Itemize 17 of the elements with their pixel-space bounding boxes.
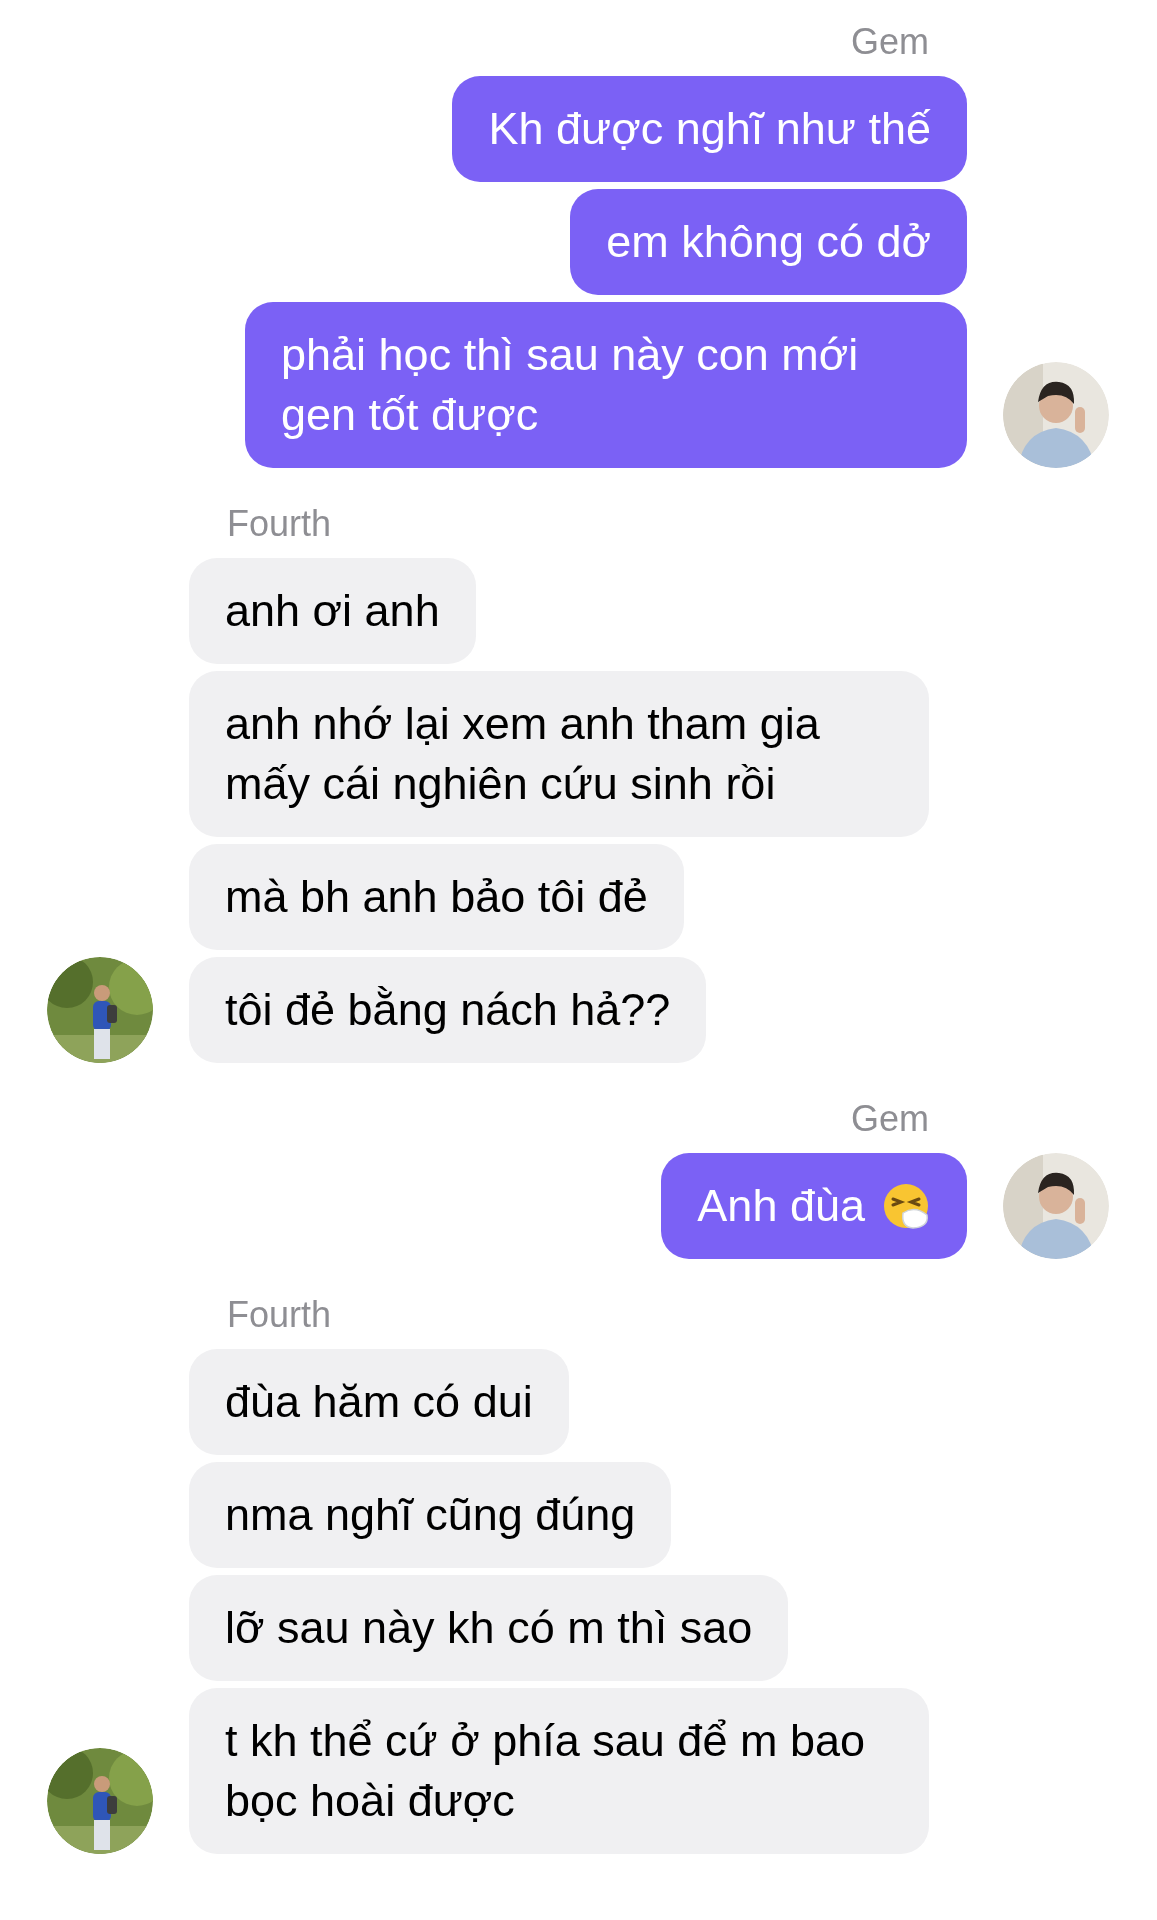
message-bubble: phải học thì sau này con mới gen tốt được (245, 302, 967, 468)
sender-name: Fourth (227, 1295, 333, 1335)
sender-name: Fourth (227, 504, 333, 544)
message-bubble: nma nghĩ cũng đúng (189, 1462, 672, 1568)
message-bubble: Anh đùa (661, 1153, 967, 1259)
message-bubble: em không có dở (570, 189, 967, 295)
message-bubble: t kh thể cứ ở phía sau để m bao bọc hoài được (189, 1688, 929, 1854)
message-bubble: tôi đẻ bằng nách hả?? (189, 957, 707, 1063)
sender-name: Gem (851, 22, 929, 62)
message-bubble: anh nhớ lại xem anh tham gia mấy cái nghiên cứu sinh rồi (189, 671, 929, 837)
message-bubble: Kh được nghĩ như thế (452, 76, 967, 182)
sender-name: Gem (851, 1099, 929, 1139)
message-bubble: mà bh anh bảo tôi đẻ (189, 844, 684, 950)
message-bubble: anh ơi anh (189, 558, 476, 664)
message-bubble: lỡ sau này kh có m thì sao (189, 1575, 789, 1681)
emoji-icon (881, 1181, 931, 1231)
message-bubble: đùa hăm có dui (189, 1349, 569, 1455)
